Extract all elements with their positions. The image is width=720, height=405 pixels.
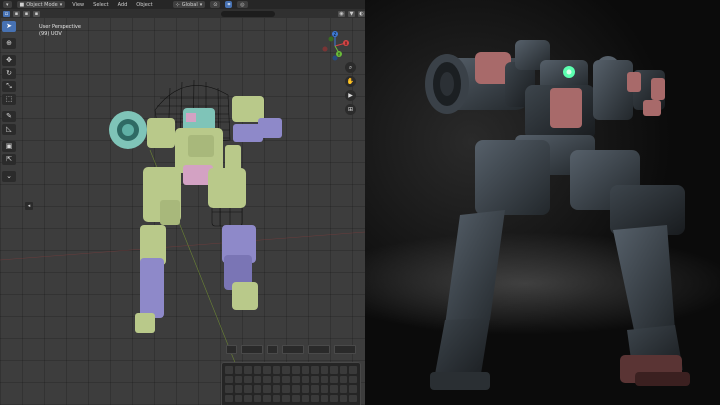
screencast-keyboard-overlay	[221, 362, 361, 405]
mech-left-leg	[135, 225, 166, 333]
key-hint-bar	[226, 345, 356, 354]
blender-viewport[interactable]: ▾ ■ Object Mode ▾ View Select Add Object…	[0, 0, 365, 405]
final-render-panel	[365, 0, 720, 405]
mech-render-image	[425, 40, 690, 390]
mech-right-arm	[225, 96, 282, 173]
mech-right-leg	[222, 225, 258, 310]
mech-left-arm	[109, 111, 175, 149]
render-right-leg	[613, 225, 690, 386]
render-right-arm	[593, 56, 665, 120]
render-hips	[475, 140, 685, 235]
render-left-leg	[430, 210, 505, 390]
